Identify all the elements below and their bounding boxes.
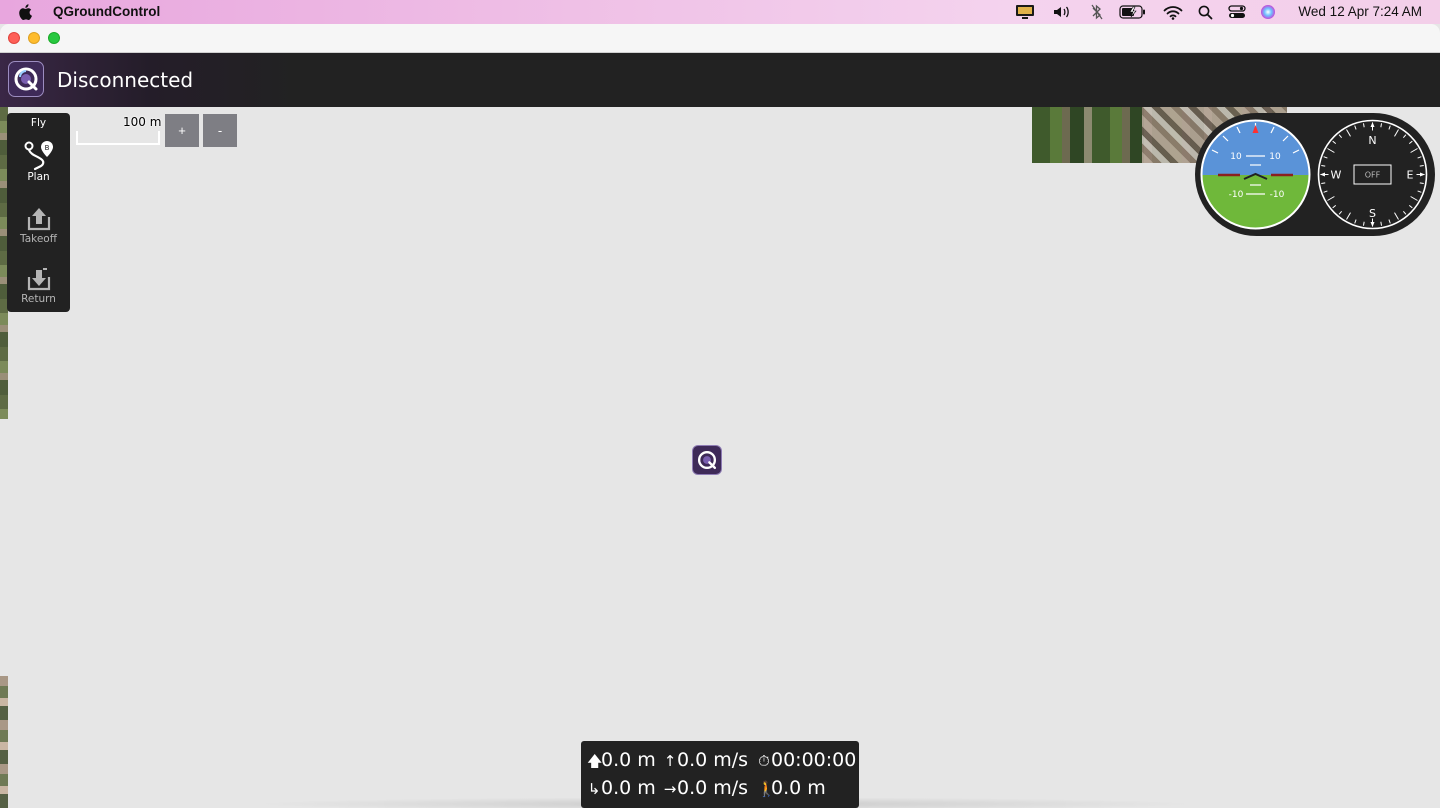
compass-indicator: N E S W OFF	[1317, 119, 1428, 230]
heading-readout: OFF	[1365, 171, 1381, 180]
home-distance-icon: 🚶	[757, 780, 776, 798]
altitude-icon: 🡅	[587, 752, 603, 770]
tool-label: Return	[21, 293, 56, 305]
compass-north-label: N	[1368, 134, 1376, 147]
tool-takeoff[interactable]: Takeoff	[7, 205, 70, 245]
display-icon[interactable]	[1014, 3, 1036, 21]
bluetooth-icon[interactable]	[1088, 3, 1106, 21]
qgc-toolbar: Disconnected	[0, 53, 1440, 107]
compass-tick	[1362, 221, 1365, 226]
minimize-window-button[interactable]	[28, 32, 40, 44]
pitch-label: 10	[1230, 152, 1242, 162]
compass-tick	[1380, 123, 1383, 128]
instrument-panel[interactable]: 10 10 -10 -10 N E S W OFF	[1195, 113, 1435, 236]
satellite-tile	[0, 676, 8, 808]
tool-plan[interactable]: B Plan	[7, 137, 70, 183]
telemetry-altitude: 🡅0.0 m	[587, 749, 656, 776]
telemetry-flight-time: ⏱00:00:00	[758, 749, 857, 771]
tool-label: Takeoff	[20, 233, 57, 245]
compass-tick	[1362, 123, 1365, 128]
compass-tick	[1380, 221, 1383, 226]
telemetry-horizontal-speed: →0.0 m/s	[663, 777, 749, 799]
return-icon	[27, 268, 50, 291]
timer-icon: ⏱	[758, 752, 770, 770]
pitch-label: -10	[1229, 190, 1244, 200]
compass-west-label: W	[1331, 169, 1342, 182]
zoom-out-button[interactable]: -	[203, 114, 237, 147]
telemetry-vertical-speed: ↑0.0 m/s	[663, 749, 749, 771]
tool-label: Fly	[30, 117, 47, 129]
tool-return[interactable]: Return	[7, 265, 70, 305]
vertical-speed-icon: ↑	[663, 752, 677, 770]
qgc-logo-icon	[14, 67, 38, 91]
pitch-label: 10	[1269, 152, 1281, 162]
close-window-button[interactable]	[8, 32, 20, 44]
menubar-clock[interactable]: Wed 12 Apr 7:24 AM	[1298, 4, 1422, 19]
compass-east-label: E	[1407, 169, 1414, 182]
macos-menu-bar: QGroundControl Wed 12 Apr 7:24 AM	[0, 0, 1440, 24]
compass-tick	[1419, 164, 1424, 167]
wifi-icon[interactable]	[1162, 3, 1184, 21]
horizontal-speed-icon: →	[663, 780, 677, 798]
map-view[interactable]: Fly B Plan Takeoff Return 100 m + - 10 1…	[0, 107, 1440, 808]
compass-tick	[1321, 182, 1326, 185]
vehicle-marker[interactable]	[692, 445, 722, 475]
compass-south-label: S	[1369, 207, 1376, 220]
pitch-label: -10	[1270, 190, 1285, 200]
telemetry-home-distance: 🚶0.0 m	[757, 777, 826, 799]
tool-label: Plan	[27, 171, 50, 183]
map-scale-label: 100 m	[123, 115, 162, 129]
map-scale-bar	[76, 131, 160, 145]
apple-icon[interactable]	[18, 3, 34, 21]
attitude-indicator: 10 10 -10 -10	[1200, 119, 1311, 230]
compass-tick	[1419, 182, 1424, 185]
tool-fly[interactable]: Fly	[7, 117, 70, 129]
telemetry-distance: ↳0.0 m	[587, 777, 656, 799]
tool-strip: Fly B Plan Takeoff Return	[7, 113, 70, 312]
telemetry-panel[interactable]: 🡅0.0 m ↑0.0 m/s ⏱00:00:00 ↳0.0 m →0.0 m/…	[581, 741, 859, 808]
siri-icon[interactable]	[1259, 3, 1277, 21]
svg-text:B: B	[44, 144, 49, 152]
compass-tick	[1321, 164, 1326, 167]
connection-status[interactable]: Disconnected	[57, 68, 193, 92]
volume-icon[interactable]	[1051, 3, 1073, 21]
control-center-icon[interactable]	[1227, 3, 1247, 21]
window-titlebar	[0, 24, 1440, 53]
zoom-in-button[interactable]: +	[165, 114, 199, 147]
spotlight-search-icon[interactable]	[1196, 3, 1214, 21]
qgc-logo-icon	[697, 450, 717, 470]
plan-route-icon: B	[24, 141, 53, 171]
qgc-logo-button[interactable]	[8, 61, 44, 97]
active-app-name[interactable]: QGroundControl	[53, 4, 160, 19]
zoom-window-button[interactable]	[48, 32, 60, 44]
battery-icon[interactable]	[1118, 3, 1148, 21]
takeoff-icon	[27, 208, 50, 231]
distance-icon: ↳	[587, 780, 601, 798]
